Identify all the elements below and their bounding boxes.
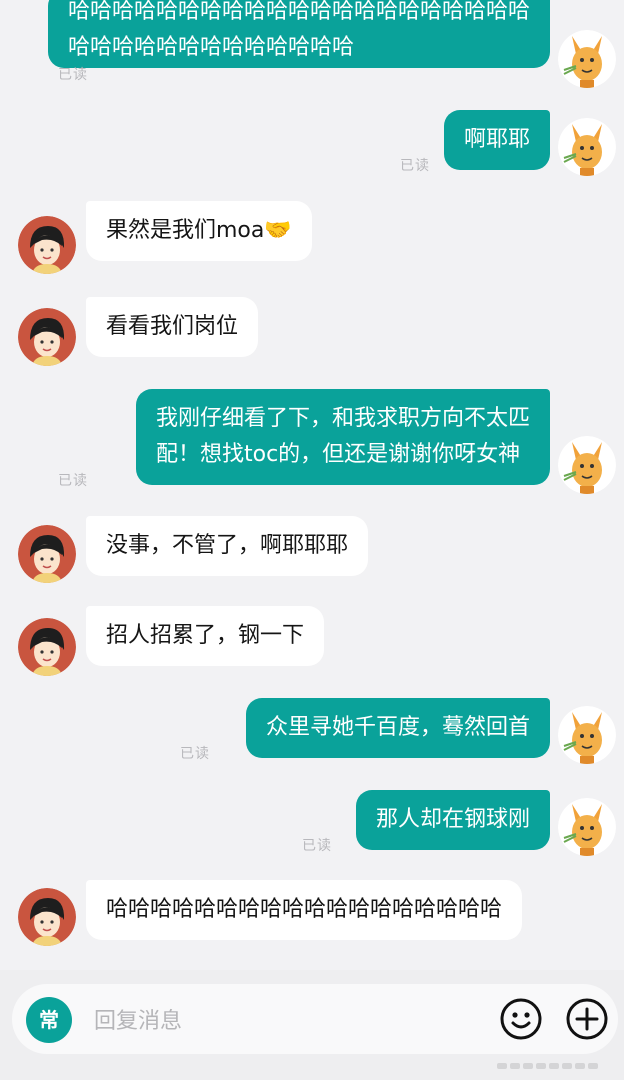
plus-circle-icon[interactable] [564, 996, 610, 1042]
fox-avatar-icon [558, 118, 616, 176]
message-bubble[interactable]: 没事，不管了，啊耶耶耶 [86, 516, 369, 576]
fox-avatar-icon [558, 798, 616, 856]
message-bubble[interactable]: 看看我们岗位 [86, 297, 259, 357]
message-bubble[interactable]: 招人招累了，钢一下 [86, 606, 325, 666]
contact-avatar[interactable] [18, 525, 76, 583]
message-text-line: 没事，不管了，啊耶耶耶 [106, 533, 349, 558]
quick-reply-button[interactable]: 常 [26, 997, 72, 1043]
message-text-line: 啊耶耶 [463, 127, 530, 152]
woman-avatar-icon [18, 308, 76, 366]
smiley-icon[interactable] [498, 996, 544, 1042]
message-text-line: 哈哈哈哈哈哈哈哈哈哈哈哈哈哈哈哈哈哈哈哈哈 [67, 0, 530, 24]
message-bubble[interactable]: 我刚仔细看了下，和我求职方向不太匹 配！想找toc的，但还是谢谢你呀女神 [135, 389, 550, 485]
message-bubble[interactable]: 哈哈哈哈哈哈哈哈哈哈哈哈哈哈哈哈哈哈 [86, 880, 523, 940]
message-bubble[interactable]: 啊耶耶 [443, 110, 550, 170]
fox-avatar-icon [558, 706, 616, 764]
read-receipt: 已读 [58, 473, 88, 489]
fox-avatar-icon [558, 30, 616, 88]
my-avatar[interactable] [558, 706, 616, 764]
read-receipt: 已读 [400, 158, 430, 174]
read-receipt: 已读 [302, 838, 332, 854]
contact-avatar[interactable] [18, 888, 76, 946]
contact-avatar[interactable] [18, 216, 76, 274]
chat-thread: 哈哈哈哈哈哈哈哈哈哈哈哈哈哈哈哈哈哈哈哈哈 哈哈哈哈哈哈哈哈哈哈哈哈哈 已读 啊… [0, 0, 624, 970]
woman-avatar-icon [18, 618, 76, 676]
message-bubble[interactable]: 哈哈哈哈哈哈哈哈哈哈哈哈哈哈哈哈哈哈哈哈哈 哈哈哈哈哈哈哈哈哈哈哈哈哈 [47, 0, 550, 68]
message-bubble[interactable]: 果然是我们moa🤝 [86, 201, 312, 261]
message-text-line: 哈哈哈哈哈哈哈哈哈哈哈哈哈哈哈哈哈哈 [106, 897, 503, 922]
message-text-line: 果然是我们moa🤝 [106, 218, 292, 243]
woman-avatar-icon [18, 525, 76, 583]
read-receipt: 已读 [180, 746, 210, 762]
message-text-line: 配！想找toc的，但还是谢谢你呀女神 [155, 442, 521, 467]
fox-avatar-icon [558, 436, 616, 494]
home-indicator [497, 1054, 613, 1069]
message-text-line: 我刚仔细看了下，和我求职方向不太匹 [155, 406, 530, 431]
my-avatar[interactable] [558, 30, 616, 88]
contact-avatar[interactable] [18, 618, 76, 676]
message-text-line: 哈哈哈哈哈哈哈哈哈哈哈哈哈 [67, 35, 354, 60]
my-avatar[interactable] [558, 798, 616, 856]
message-input[interactable] [92, 1000, 476, 1042]
contact-avatar[interactable] [18, 308, 76, 366]
read-receipt: 已读 [58, 67, 88, 83]
message-text-line: 看看我们岗位 [106, 314, 239, 339]
message-bubble[interactable]: 那人却在钢球刚 [355, 790, 550, 850]
message-text-line: 那人却在钢球刚 [375, 807, 530, 832]
woman-avatar-icon [18, 888, 76, 946]
message-bubble[interactable]: 众里寻她千百度，蓦然回首 [245, 698, 550, 758]
my-avatar[interactable] [558, 118, 616, 176]
woman-avatar-icon [18, 216, 76, 274]
message-text-line: 众里寻她千百度，蓦然回首 [265, 715, 530, 740]
composer-bar: 常 [12, 984, 618, 1054]
my-avatar[interactable] [558, 436, 616, 494]
message-text-line: 招人招累了，钢一下 [106, 623, 305, 648]
